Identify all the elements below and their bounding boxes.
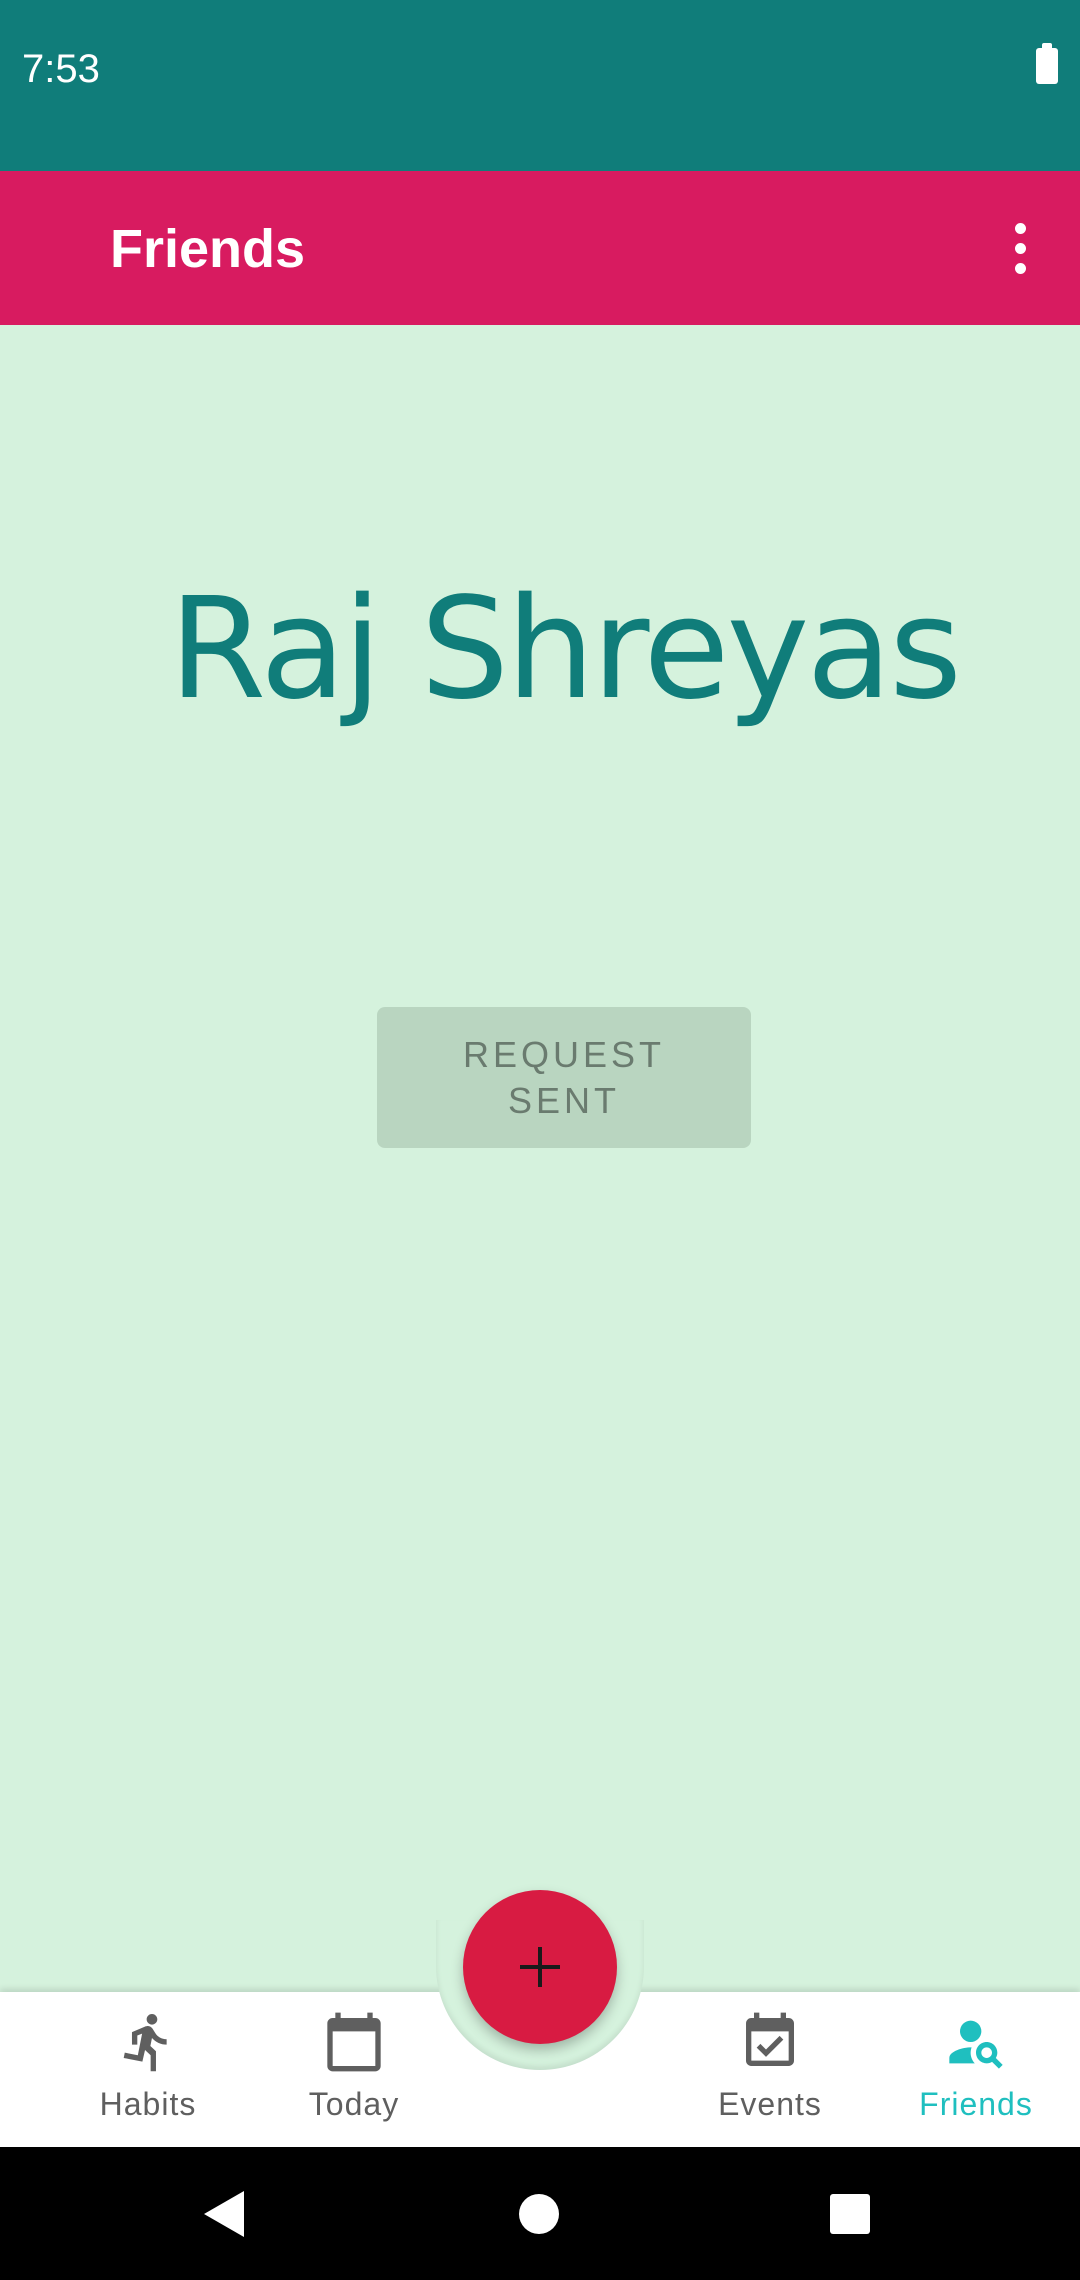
nav-label-today: Today (308, 2086, 400, 2122)
home-icon[interactable] (518, 2193, 560, 2235)
app-bar: Friends (0, 171, 1080, 325)
event-check-icon (746, 2012, 794, 2066)
nav-item-habits[interactable]: Habits (48, 2010, 248, 2140)
more-options-button[interactable] (990, 212, 1050, 284)
run-icon (123, 2013, 167, 2072)
battery-icon (1036, 43, 1058, 84)
add-button[interactable] (463, 1890, 617, 2044)
request-sent-button[interactable]: REQUEST SENT (377, 1007, 751, 1148)
system-navigation-bar (0, 2147, 1080, 2280)
nav-item-friends[interactable]: Friends (876, 2010, 1076, 2140)
status-bar: 7:53 (0, 0, 1080, 171)
calendar-icon (327, 2012, 381, 2072)
nav-item-today[interactable]: Today (254, 2010, 454, 2140)
recents-icon[interactable] (829, 2193, 871, 2235)
nav-label-events: Events (718, 2086, 822, 2122)
more-vert-icon (1014, 222, 1026, 234)
back-icon[interactable] (200, 2187, 250, 2241)
nav-label-friends: Friends (919, 2086, 1033, 2122)
plus-icon (520, 1947, 560, 1987)
nav-label-habits: Habits (99, 2086, 197, 2122)
nav-item-events[interactable]: Events (670, 2010, 870, 2140)
friend-name: Raj Shreyas (168, 568, 962, 731)
page-title: Friends (110, 219, 306, 279)
status-time: 7:53 (22, 47, 100, 91)
person-search-icon (949, 2020, 1003, 2069)
